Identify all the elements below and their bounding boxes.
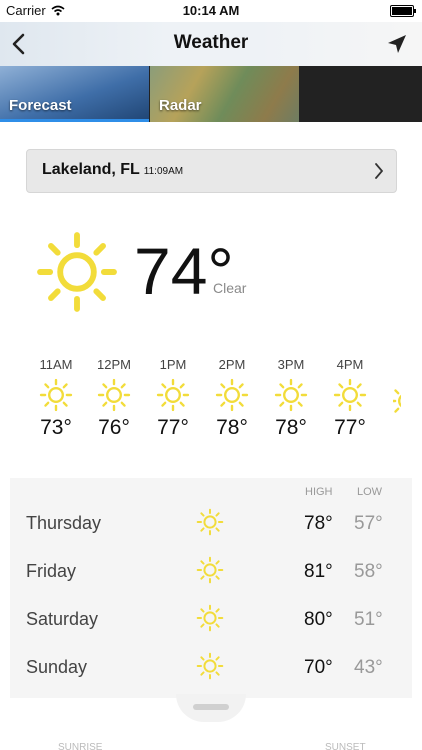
daily-day: Friday	[26, 561, 77, 581]
daily-day: Sunday	[26, 657, 88, 677]
hourly-time: 2PM	[218, 357, 246, 372]
sun-icon	[39, 378, 73, 412]
current-condition: Clear	[213, 280, 247, 296]
daily-row: Thursday 78° 57°	[10, 500, 412, 548]
hourly-time: 4PM	[336, 357, 364, 372]
sun-icon	[97, 378, 131, 412]
tab-forecast[interactable]: Forecast	[0, 66, 149, 122]
navbar: Weather	[0, 22, 422, 66]
battery-icon	[390, 5, 416, 17]
sun-icon	[393, 384, 401, 418]
hourly-temp: 77°	[157, 416, 189, 439]
sun-icon	[333, 378, 367, 412]
hourly-item: 4PM 77°	[325, 357, 375, 440]
tab-forecast-label: Forecast	[9, 97, 72, 114]
location-arrow-icon[interactable]	[386, 33, 408, 55]
sun-icon	[196, 604, 224, 632]
daily-row: Sunday 70° 43°	[10, 644, 412, 692]
current-conditions: 74° Clear	[0, 225, 422, 325]
daily-high: 80°	[304, 609, 333, 630]
sun-icon	[274, 378, 308, 412]
hourly-temp: 76°	[98, 416, 130, 439]
daily-row: Saturday 80° 51°	[10, 596, 412, 644]
sunset-label: SUNSET	[325, 742, 366, 750]
current-temperature: 74°	[134, 234, 234, 308]
daily-low: 51°	[354, 609, 383, 630]
page-title: Weather	[173, 32, 249, 53]
tab-selected-indicator	[0, 119, 149, 122]
hourly-temp: 73°	[40, 416, 72, 439]
hourly-item: 12PM 76°	[89, 357, 139, 440]
sun-icon	[196, 652, 224, 680]
tab-bar: Forecast Radar	[0, 66, 422, 122]
hourly-item: 2PM 78°	[207, 357, 257, 440]
daily-high: 78°	[304, 513, 333, 534]
daily-row: Friday 81° 58°	[10, 548, 412, 596]
hourly-temp: 77°	[334, 416, 366, 439]
status-time: 10:14 AM	[182, 3, 240, 18]
sun-icon	[215, 378, 249, 412]
daily-day: Saturday	[26, 609, 99, 629]
tab-radar-label: Radar	[159, 97, 202, 114]
hourly-temp: 78°	[216, 416, 248, 439]
sun-times-footer: SUNRISE SUNSET	[0, 740, 422, 750]
daily-low: 57°	[354, 513, 383, 534]
high-column-header: HIGH	[305, 486, 333, 498]
hourly-item-partial	[393, 357, 401, 422]
daily-high: 81°	[304, 561, 333, 582]
hourly-time: 1PM	[159, 357, 187, 372]
chevron-right-icon	[375, 163, 383, 179]
hourly-time: 11AM	[39, 357, 73, 372]
expand-handle[interactable]	[176, 694, 246, 722]
daily-low: 43°	[354, 657, 383, 678]
daily-high: 70°	[304, 657, 333, 678]
hourly-item: 3PM 78°	[266, 357, 316, 440]
status-bar: Carrier 10:14 AM	[0, 0, 422, 22]
location-city: Lakeland, FL 11:09AM	[42, 161, 183, 179]
sun-icon	[196, 508, 224, 536]
tab-radar[interactable]: Radar	[150, 66, 299, 122]
location-time: 11:09AM	[143, 166, 184, 177]
hourly-time: 12PM	[97, 357, 131, 372]
sun-icon	[35, 230, 119, 314]
sunrise-label: SUNRISE	[58, 742, 103, 750]
chevron-down-icon	[193, 704, 229, 710]
location-selector[interactable]: Lakeland, FL 11:09AM	[26, 149, 397, 193]
sun-icon	[196, 556, 224, 584]
hourly-forecast: 11AM 73° 12PM 76° 1PM 77° 2PM 78° 3PM 78…	[0, 357, 422, 452]
hourly-time: 3PM	[277, 357, 305, 372]
daily-low: 58°	[354, 561, 383, 582]
low-column-header: LOW	[357, 486, 383, 498]
location-city-label: Lakeland, FL	[42, 161, 140, 178]
daily-day: Thursday	[26, 513, 102, 533]
hourly-temp: 78°	[275, 416, 307, 439]
sun-icon	[156, 378, 190, 412]
hourly-item: 1PM 77°	[148, 357, 198, 440]
hourly-item: 11AM 73°	[31, 357, 81, 440]
daily-forecast: HIGH LOW Thursday 78° 57° Friday 81° 58°…	[10, 478, 412, 698]
